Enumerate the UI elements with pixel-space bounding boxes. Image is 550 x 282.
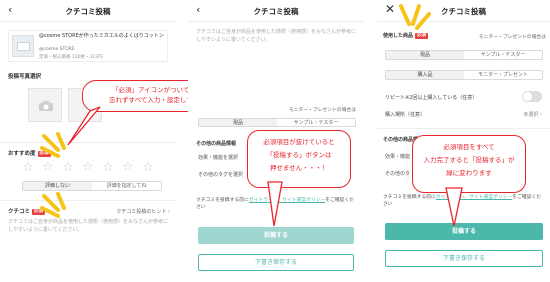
other-tags-select[interactable]: その他のタグを選択 (198, 171, 243, 178)
page-title: クチコミ投稿 (253, 7, 299, 16)
option-sample[interactable]: サンプル・テスター (464, 51, 542, 59)
callout-line: 入力完了すると「投稿する」が (423, 156, 515, 164)
monitor-hint: モニター・プレゼントの場合は (478, 35, 546, 40)
callout-pointer (67, 106, 101, 146)
highlight-mark (399, 4, 431, 30)
option-purchased[interactable]: 購入品 (386, 71, 464, 79)
no-rating-option[interactable]: 評価しない (23, 182, 92, 190)
effects-select[interactable]: 効果・機能を選択 (198, 154, 238, 161)
callout-pointer (267, 181, 283, 227)
callout-line: 必須項目をすべて (443, 143, 495, 151)
other-info-label: その他の商品情報 (196, 141, 237, 147)
star-icon[interactable]: ☆ (42, 160, 54, 175)
acquisition-toggle[interactable]: 購入品 モニター・プレゼント (385, 70, 543, 80)
review-textarea[interactable]: クチコミはご自身が商品を使用した感想（使用感）をみなさんが参考にしやすいように書… (8, 218, 168, 234)
option-full-size[interactable]: 現品 (386, 51, 464, 59)
product-card[interactable]: @cosme STOREが作ったミカエルのよくばりコットン @cosme STO… (8, 30, 168, 62)
review-hint-link[interactable]: クチコミ投稿のヒント › (116, 208, 170, 215)
purchase-place-select[interactable]: 未選択 › (523, 111, 542, 118)
product-image (12, 35, 34, 57)
product-spec: 定価・税込価格 120枚・312円 (39, 55, 103, 60)
photo-label: 投稿写真選択 (8, 74, 42, 80)
repeat-label: リピート※2回以上購入している（任意） (385, 95, 478, 101)
photo-upload-box[interactable] (28, 88, 62, 122)
star-icon[interactable]: ☆ (22, 160, 34, 175)
camera-icon (39, 101, 53, 111)
monitor-hint: モニター・プレゼントの場合は (288, 108, 356, 113)
star-icon[interactable]: ☆ (122, 160, 134, 175)
page-title: クチコミ投稿 (65, 7, 111, 16)
specify-rating-option[interactable]: 評価を指定してね (92, 182, 161, 190)
header: ‹ クチコミ投稿 (0, 0, 176, 22)
product-type-toggle[interactable]: 現品 サンプル・テスター (198, 118, 356, 127)
other-tags-select[interactable]: その他のタ (385, 170, 410, 177)
header: ‹ クチコミ投稿 (188, 0, 364, 22)
product-type-toggle[interactable]: 現品 サンプル・テスター (385, 50, 543, 60)
callout-turns-green: 必須項目をすべて 入力完了すると「投稿する」が 緑に変わります (412, 135, 526, 193)
save-draft-button[interactable]: 下書き保存する (385, 250, 543, 267)
product-brand: @cosme STORE (39, 47, 75, 52)
rating-toggle[interactable]: 評価しない 評価を指定してね (22, 181, 162, 191)
repeat-toggle[interactable] (522, 91, 542, 102)
option-sample[interactable]: サンプル・テスター (277, 119, 355, 126)
callout-line: 「投稿する」ボタンは (266, 151, 332, 159)
purchase-place-label: 購入場所（任意） (385, 112, 426, 118)
star-icon[interactable]: ☆ (82, 160, 94, 175)
option-full-size[interactable]: 現品 (199, 119, 277, 126)
product-name: @cosme STOREが作ったミカエルのよくばりコットン (39, 33, 164, 39)
star-icon[interactable]: ☆ (102, 160, 114, 175)
callout-line: 緑に変わります (446, 169, 492, 177)
review-textarea[interactable]: クチコミはご自身が商品を使用した感想（使用感）をみなさんが参考にしやすいように書… (196, 28, 356, 44)
callout-line: 必須項目が抜けていると (263, 138, 335, 146)
callout-line: 押せません・・・！ (269, 164, 329, 172)
highlight-mark (40, 192, 66, 218)
save-draft-button[interactable]: 下書き保存する (198, 254, 354, 271)
option-monitor[interactable]: モニター・プレゼント (464, 71, 542, 79)
star-icon[interactable]: ☆ (62, 160, 74, 175)
star-icon[interactable]: ☆ (142, 160, 154, 175)
callout-pointer (445, 187, 463, 227)
effects-select[interactable]: 効果・機能 (385, 153, 410, 160)
